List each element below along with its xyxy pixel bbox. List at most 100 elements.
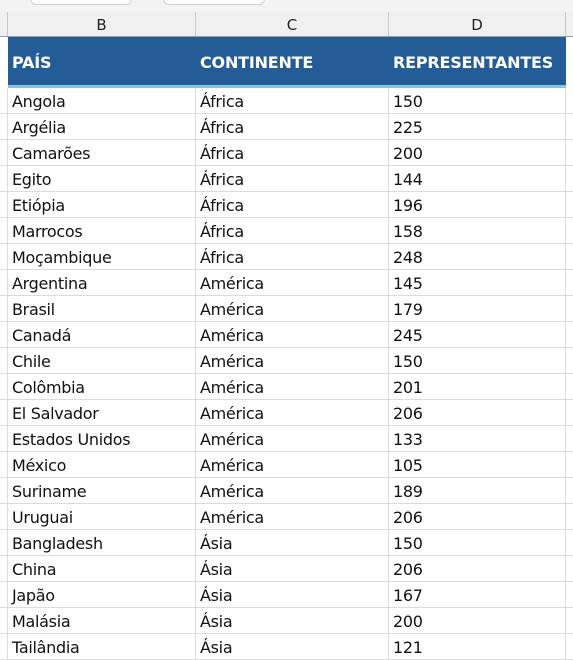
- cell-column-a[interactable]: [0, 114, 8, 139]
- cell-representantes[interactable]: 189: [389, 478, 566, 503]
- cell-representantes[interactable]: 200: [389, 140, 566, 165]
- cell-pais[interactable]: El Salvador: [8, 400, 196, 425]
- cell-representantes[interactable]: 206: [389, 504, 566, 529]
- cell-continente[interactable]: América: [196, 374, 389, 399]
- cell-column-a[interactable]: [0, 400, 8, 425]
- cell-representantes[interactable]: 245: [389, 322, 566, 347]
- cell-column-e[interactable]: [566, 556, 573, 581]
- cell-continente[interactable]: África: [196, 192, 389, 217]
- cell-continente[interactable]: África: [196, 244, 389, 269]
- cell-pais[interactable]: Angola: [8, 88, 196, 113]
- cell-pais[interactable]: Egito: [8, 166, 196, 191]
- cell-column-e[interactable]: [566, 634, 573, 659]
- corner-cell[interactable]: [0, 12, 8, 36]
- cell-representantes[interactable]: 179: [389, 296, 566, 321]
- cell-column-a[interactable]: [0, 296, 8, 321]
- cell-continente[interactable]: Ásia: [196, 530, 389, 555]
- cell-pais[interactable]: Japão: [8, 582, 196, 607]
- cell-representantes[interactable]: 121: [389, 634, 566, 659]
- cell-pais[interactable]: Colômbia: [8, 374, 196, 399]
- cell-pais[interactable]: Camarões: [8, 140, 196, 165]
- cell-pais[interactable]: Chile: [8, 348, 196, 373]
- cell-continente[interactable]: América: [196, 296, 389, 321]
- cell-representantes[interactable]: 225: [389, 114, 566, 139]
- cell-column-a[interactable]: [0, 452, 8, 477]
- cell-representantes[interactable]: 150: [389, 348, 566, 373]
- cell-column-e[interactable]: [566, 608, 573, 633]
- cell-column-a[interactable]: [0, 426, 8, 451]
- cell-column-a[interactable]: [0, 140, 8, 165]
- sheet-tab[interactable]: [163, 0, 265, 5]
- cell-representantes[interactable]: 201: [389, 374, 566, 399]
- cell-column-e[interactable]: [566, 504, 573, 529]
- cell-pais[interactable]: Argélia: [8, 114, 196, 139]
- cell-column-a[interactable]: [0, 634, 8, 659]
- column-header-b[interactable]: B: [8, 12, 196, 36]
- cell-representantes[interactable]: 206: [389, 400, 566, 425]
- cell-continente[interactable]: América: [196, 270, 389, 295]
- cell-column-e[interactable]: [566, 270, 573, 295]
- cell-representantes[interactable]: 133: [389, 426, 566, 451]
- cell-column-e[interactable]: [566, 400, 573, 425]
- cell-column-a[interactable]: [0, 530, 8, 555]
- cell-column-e[interactable]: [566, 296, 573, 321]
- cell-continente[interactable]: América: [196, 322, 389, 347]
- cell-pais[interactable]: China: [8, 556, 196, 581]
- cell-column-e[interactable]: [566, 426, 573, 451]
- cell-pais[interactable]: Tailândia: [8, 634, 196, 659]
- cell-column-e[interactable]: [566, 140, 573, 165]
- header-cell-continente[interactable]: CONTINENTE: [196, 37, 389, 85]
- cell-column-a[interactable]: [0, 244, 8, 269]
- cell-continente[interactable]: Ásia: [196, 556, 389, 581]
- cell-column-e[interactable]: [566, 374, 573, 399]
- cell-continente[interactable]: América: [196, 426, 389, 451]
- cell-pais[interactable]: Argentina: [8, 270, 196, 295]
- cell-pais[interactable]: Estados Unidos: [8, 426, 196, 451]
- cell-representantes[interactable]: 105: [389, 452, 566, 477]
- cell-representantes[interactable]: 145: [389, 270, 566, 295]
- cell-column-a[interactable]: [0, 478, 8, 503]
- cell-continente[interactable]: África: [196, 140, 389, 165]
- cell-representantes[interactable]: 158: [389, 218, 566, 243]
- cell-column-a[interactable]: [0, 556, 8, 581]
- cell-continente[interactable]: Ásia: [196, 582, 389, 607]
- cell-column-e[interactable]: [566, 244, 573, 269]
- cell-pais[interactable]: Uruguai: [8, 504, 196, 529]
- cell-representantes[interactable]: 248: [389, 244, 566, 269]
- cell-representantes[interactable]: 196: [389, 192, 566, 217]
- column-header-e[interactable]: [566, 12, 573, 36]
- cell-pais[interactable]: México: [8, 452, 196, 477]
- cell-continente[interactable]: Ásia: [196, 608, 389, 633]
- cell-column-a[interactable]: [0, 88, 8, 113]
- cell-pais[interactable]: Brasil: [8, 296, 196, 321]
- cell-pais[interactable]: Bangladesh: [8, 530, 196, 555]
- cell-pais[interactable]: Moçambique: [8, 244, 196, 269]
- cell-column-a[interactable]: [0, 192, 8, 217]
- cell-column-e[interactable]: [566, 348, 573, 373]
- cell-column-a[interactable]: [0, 608, 8, 633]
- cell-pais[interactable]: Etiópia: [8, 192, 196, 217]
- cell-column-a[interactable]: [0, 582, 8, 607]
- cell-column-e[interactable]: [566, 530, 573, 555]
- cell-continente[interactable]: África: [196, 114, 389, 139]
- cell-column-e[interactable]: [566, 582, 573, 607]
- cell-column-e[interactable]: [566, 88, 573, 113]
- cell-column-a[interactable]: [0, 322, 8, 347]
- cell-continente[interactable]: América: [196, 478, 389, 503]
- cell-continente[interactable]: Ásia: [196, 634, 389, 659]
- header-cell-pais[interactable]: PAÍS: [8, 37, 196, 85]
- cell-column-e[interactable]: [566, 452, 573, 477]
- cell-column-e[interactable]: [566, 478, 573, 503]
- cell-column-a[interactable]: [0, 166, 8, 191]
- cell-column-e[interactable]: [566, 166, 573, 191]
- cell-pais[interactable]: Malásia: [8, 608, 196, 633]
- cell-representantes[interactable]: 167: [389, 582, 566, 607]
- sheet-tab[interactable]: [30, 0, 132, 5]
- cell-continente[interactable]: América: [196, 400, 389, 425]
- cell-representantes[interactable]: 150: [389, 88, 566, 113]
- cell-representantes[interactable]: 200: [389, 608, 566, 633]
- cell-column-e[interactable]: [566, 322, 573, 347]
- cell-continente[interactable]: África: [196, 218, 389, 243]
- cell-representantes[interactable]: 144: [389, 166, 566, 191]
- cell-column-a[interactable]: [0, 504, 8, 529]
